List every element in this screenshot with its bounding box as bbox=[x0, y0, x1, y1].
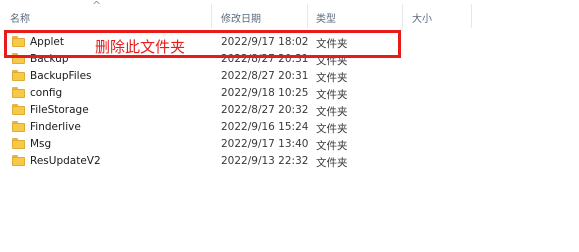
file-row-msg[interactable]: Msg 2022/9/17 13:40 文件夹 bbox=[0, 136, 579, 152]
folder-icon bbox=[12, 121, 25, 132]
column-size[interactable]: 大小 bbox=[412, 10, 432, 25]
column-date[interactable]: 修改日期 bbox=[221, 10, 261, 25]
folder-icon bbox=[12, 155, 25, 166]
file-date: 2022/9/16 15:24 bbox=[221, 121, 309, 133]
file-type: 文件夹 bbox=[316, 157, 348, 169]
column-name[interactable]: 名称 bbox=[10, 10, 30, 25]
column-divider[interactable] bbox=[211, 4, 212, 28]
file-date: 2022/8/27 20:31 bbox=[221, 70, 309, 82]
file-name: BackupFiles bbox=[30, 70, 92, 82]
folder-icon bbox=[12, 104, 25, 115]
file-name: ResUpdateV2 bbox=[30, 155, 101, 167]
file-date: 2022/9/13 22:32 bbox=[221, 155, 309, 167]
file-row-resupdatev2[interactable]: ResUpdateV2 2022/9/13 22:32 文件夹 bbox=[0, 153, 579, 169]
file-type: 文件夹 bbox=[316, 106, 348, 118]
column-header: ^ 名称 修改日期 类型 大小 bbox=[0, 0, 579, 30]
file-row-config[interactable]: config 2022/9/18 10:25 文件夹 bbox=[0, 85, 579, 101]
column-divider[interactable] bbox=[402, 4, 403, 28]
folder-icon bbox=[12, 87, 25, 98]
file-date: 2022/9/18 10:25 bbox=[221, 87, 309, 99]
file-row-finderlive[interactable]: Finderlive 2022/9/16 15:24 文件夹 bbox=[0, 119, 579, 135]
folder-icon bbox=[12, 138, 25, 149]
annotation-label: 删除此文件夹 bbox=[95, 38, 186, 56]
folder-icon bbox=[12, 70, 25, 81]
annotation-highlight-box bbox=[4, 30, 401, 58]
file-type: 文件夹 bbox=[316, 123, 348, 135]
file-name: config bbox=[30, 87, 63, 99]
file-name: Finderlive bbox=[30, 121, 81, 133]
column-divider[interactable] bbox=[471, 4, 472, 28]
column-type[interactable]: 类型 bbox=[316, 10, 336, 25]
sort-up-icon: ^ bbox=[92, 0, 102, 12]
file-type: 文件夹 bbox=[316, 89, 348, 101]
file-name: Msg bbox=[30, 138, 52, 150]
file-type: 文件夹 bbox=[316, 140, 348, 152]
file-date: 2022/8/27 20:32 bbox=[221, 104, 309, 116]
file-date: 2022/9/17 13:40 bbox=[221, 138, 309, 150]
file-row-filestorage[interactable]: FileStorage 2022/8/27 20:32 文件夹 bbox=[0, 102, 579, 118]
file-name: FileStorage bbox=[30, 104, 89, 116]
file-type: 文件夹 bbox=[316, 72, 348, 84]
column-divider[interactable] bbox=[307, 4, 308, 28]
file-row-backupfiles[interactable]: BackupFiles 2022/8/27 20:31 文件夹 bbox=[0, 68, 579, 84]
